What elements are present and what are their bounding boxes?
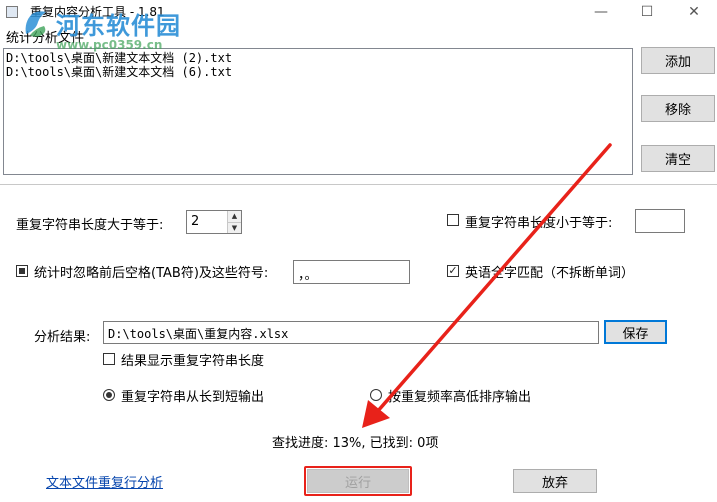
watermark-url: www.pc0359.cn xyxy=(56,38,163,52)
max-length-checkbox[interactable] xyxy=(447,214,459,226)
list-item[interactable]: D:\tools\桌面\新建文本文档 (2).txt xyxy=(6,51,630,65)
max-length-input[interactable] xyxy=(635,209,685,233)
sort-by-length-label: 重复字符串从长到短输出 xyxy=(121,390,265,405)
spin-arrows[interactable]: ▲ ▼ xyxy=(227,211,241,233)
ignore-spaces-checkbox[interactable] xyxy=(16,265,28,277)
clear-button[interactable]: 清空 xyxy=(641,145,715,172)
app-icon xyxy=(6,6,18,18)
arrow-down-icon[interactable]: ▼ xyxy=(228,221,241,233)
separator xyxy=(0,184,717,185)
add-button[interactable]: 添加 xyxy=(641,47,715,74)
remove-button[interactable]: 移除 xyxy=(641,95,715,122)
whole-word-checkbox[interactable]: ✓ xyxy=(447,265,459,277)
min-length-label: 重复字符串长度大于等于: xyxy=(16,218,164,233)
min-length-stepper[interactable]: 2 ▲ ▼ xyxy=(186,210,242,234)
ignore-spaces-label: 统计时忽略前后空格(TAB符)及这些符号: xyxy=(34,266,269,281)
sort-by-frequency-radio[interactable] xyxy=(370,389,382,401)
sort-by-frequency-label: 按重复频率高低排序输出 xyxy=(388,390,532,405)
file-list[interactable]: D:\tools\桌面\新建文本文档 (2).txt D:\tools\桌面\新… xyxy=(3,48,633,175)
ignore-symbols-input[interactable]: ，。 xyxy=(293,260,410,284)
show-length-label: 结果显示重复字符串长度 xyxy=(121,354,265,369)
abandon-button[interactable]: 放弃 xyxy=(513,469,597,493)
minimize-button[interactable]: — xyxy=(578,0,624,24)
site-logo-icon xyxy=(25,11,46,37)
run-button-highlight-box xyxy=(304,466,412,496)
result-label: 分析结果: xyxy=(34,330,91,345)
duplicate-lines-link[interactable]: 文本文件重复行分析 xyxy=(46,472,163,491)
arrow-up-icon[interactable]: ▲ xyxy=(228,211,241,222)
whole-word-label: 英语全字匹配（不拆断单词） xyxy=(465,266,635,281)
sort-by-length-radio[interactable] xyxy=(103,389,115,401)
list-item[interactable]: D:\tools\桌面\新建文本文档 (6).txt xyxy=(6,65,630,79)
show-length-checkbox[interactable] xyxy=(103,353,115,365)
min-length-value: 2 xyxy=(191,214,200,229)
close-button[interactable]: ✕ xyxy=(671,0,717,24)
result-path-input[interactable]: D:\tools\桌面\重复内容.xlsx xyxy=(103,321,599,344)
maximize-button[interactable]: ☐ xyxy=(624,0,670,24)
max-length-label: 重复字符串长度小于等于: xyxy=(465,216,613,231)
save-button[interactable]: 保存 xyxy=(604,320,667,344)
watermark-site-name: 河东软件园 xyxy=(56,12,181,40)
progress-status: 查找进度: 13%, 已找到: 0项 xyxy=(272,436,439,451)
